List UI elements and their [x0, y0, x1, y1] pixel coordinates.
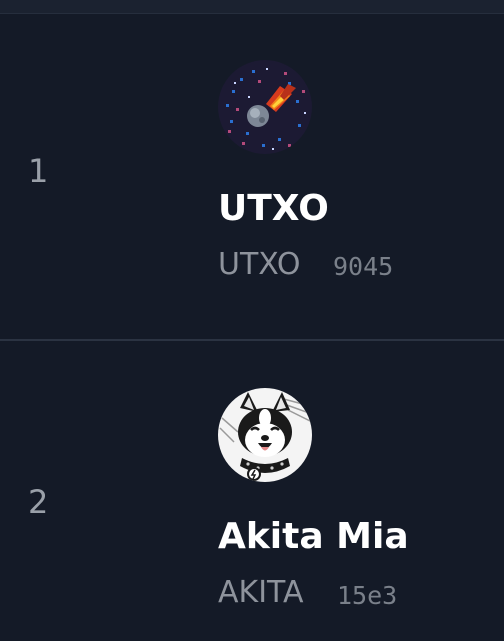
token-number: 9045 — [333, 252, 394, 281]
token-ticker: UTXO — [218, 247, 301, 282]
token-name: Akita Mia — [218, 516, 409, 557]
token-name: UTXO — [218, 188, 329, 229]
rank-number: 1 — [28, 152, 49, 190]
token-number: 15e3 — [337, 581, 398, 610]
top-header-strip — [0, 0, 504, 14]
akita-dog-cartoon-icon — [218, 388, 312, 482]
token-ticker: AKITA — [218, 575, 304, 610]
comet-pixel-art-icon — [218, 60, 312, 154]
list-item[interactable]: 1 UTXO UTXO 9045 — [0, 14, 504, 339]
token-list-screen: 1 UTXO UTXO 9045 2 Akita Mia AKITA 15e3 — [0, 0, 504, 641]
list-item[interactable]: 2 Akita Mia AKITA 15e3 — [0, 341, 504, 641]
rank-number: 2 — [28, 483, 49, 521]
